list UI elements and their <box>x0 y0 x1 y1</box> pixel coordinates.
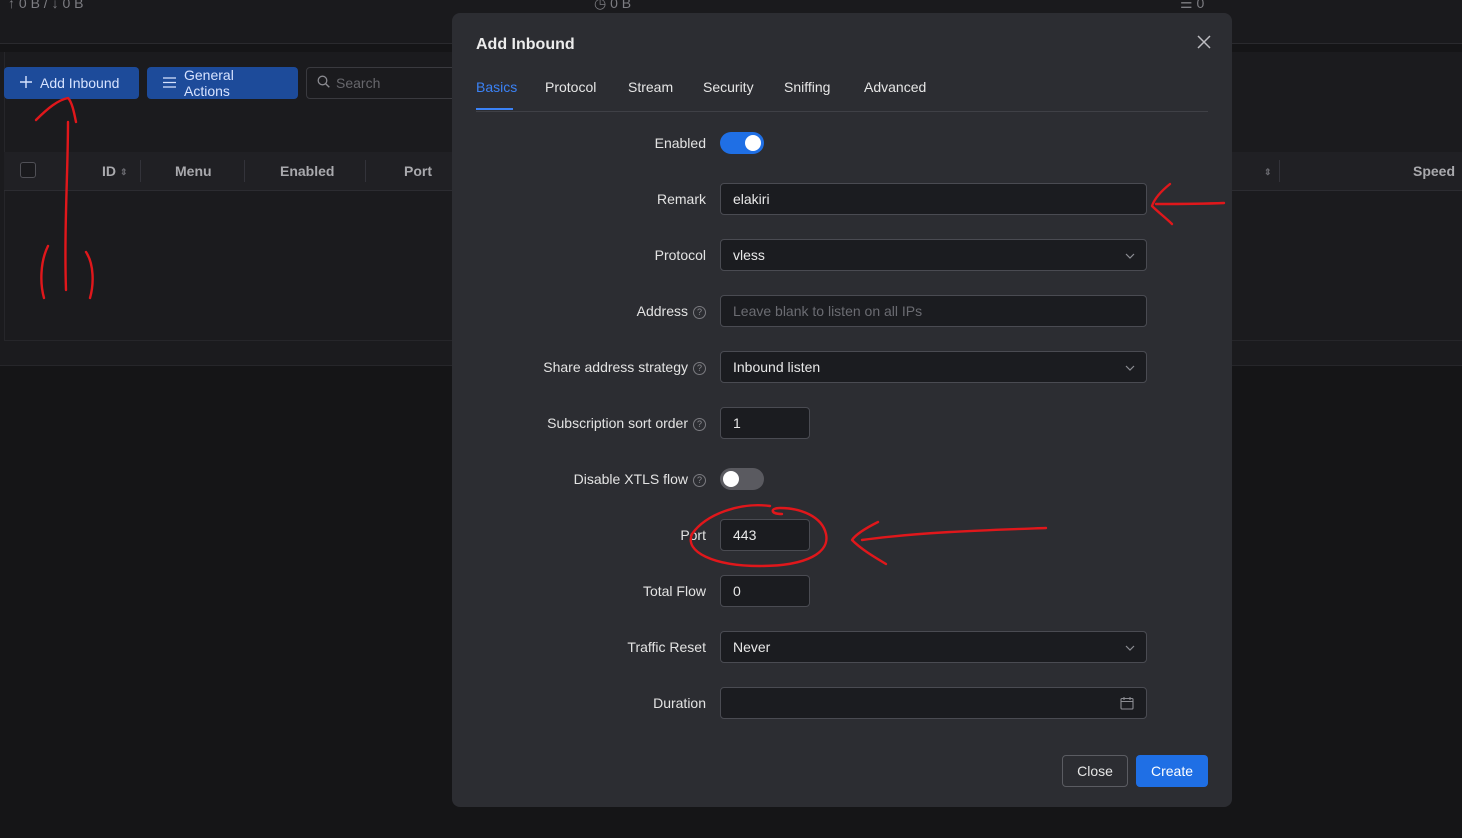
sort-icon: ⇕ <box>1264 167 1272 178</box>
help-icon[interactable]: ? <box>693 306 706 319</box>
traffic-stat: ↑ 0 B / ↓ 0 B <box>8 0 84 11</box>
traffic-reset-label: Traffic Reset <box>627 639 706 655</box>
chevron-down-icon <box>1125 645 1135 651</box>
close-button[interactable]: Close <box>1062 755 1128 787</box>
protocol-label: Protocol <box>654 247 706 263</box>
protocol-select[interactable]: vless <box>720 239 1147 271</box>
menu-icon <box>163 75 176 91</box>
add-inbound-modal: Add Inbound Basics Protocol Stream Secur… <box>452 13 1232 807</box>
port-label: Port <box>680 527 706 543</box>
port-row: Port 443 <box>452 519 1232 551</box>
clock-icon: ◷ <box>594 0 611 11</box>
sub-sort-label: Subscription sort order? <box>547 407 706 439</box>
modal-tabs: Basics Protocol Stream Security Sniffing… <box>476 79 1208 112</box>
modal-title: Add Inbound <box>476 36 575 53</box>
share-strategy-row: Share address strategy? Inbound listen <box>452 351 1232 383</box>
list-icon: ☰ <box>1180 0 1197 11</box>
disable-xtls-toggle[interactable] <box>720 468 764 490</box>
tab-stream[interactable]: Stream <box>628 79 673 95</box>
create-button[interactable]: Create <box>1136 755 1208 787</box>
total-flow-input[interactable]: 0 <box>720 575 810 607</box>
search-placeholder: Search <box>336 75 381 91</box>
add-inbound-label: Add Inbound <box>40 75 120 91</box>
remark-label: Remark <box>656 191 706 207</box>
remark-input[interactable]: elakiri <box>720 183 1147 215</box>
total-stat: ◷ 0 B <box>594 0 631 12</box>
traffic-reset-row: Traffic Reset Never <box>452 631 1232 663</box>
chevron-down-icon <box>1125 253 1135 259</box>
column-menu: Menu <box>175 163 212 179</box>
duration-picker[interactable] <box>720 687 1147 719</box>
total-stat-value: 0 B <box>610 0 632 11</box>
enabled-label: Enabled <box>654 135 706 151</box>
sub-sort-input[interactable]: 1 <box>720 407 810 439</box>
column-enabled: Enabled <box>280 163 335 179</box>
close-icon[interactable] <box>1194 32 1214 52</box>
add-inbound-button[interactable]: Add Inbound <box>4 67 139 99</box>
calendar-icon <box>1120 697 1134 710</box>
address-row: Address? Leave blank to listen on all IP… <box>452 295 1232 327</box>
tab-security[interactable]: Security <box>703 79 754 95</box>
general-actions-label: General Actions <box>184 67 234 99</box>
share-strategy-label: Share address strategy? <box>543 351 706 383</box>
help-icon[interactable]: ? <box>693 474 706 487</box>
chevron-down-icon <box>1125 365 1135 371</box>
tab-basics[interactable]: Basics <box>476 79 517 95</box>
remark-row: Remark elakiri <box>452 183 1232 215</box>
traffic-reset-select[interactable]: Never <box>720 631 1147 663</box>
tab-sniffing[interactable]: Sniffing <box>784 79 830 95</box>
sort-icon: ⇕ <box>120 167 128 178</box>
column-sort-toggle[interactable]: ⇕ <box>1260 152 1272 190</box>
column-speed: Speed <box>1413 163 1456 179</box>
column-id[interactable]: ID ⇕ <box>102 152 128 190</box>
select-all-checkbox[interactable] <box>20 162 36 178</box>
search-input[interactable]: Search <box>306 67 456 99</box>
tab-advanced[interactable]: Advanced <box>864 79 926 95</box>
total-flow-label: Total Flow <box>642 583 706 599</box>
disable-xtls-row: Disable XTLS flow? <box>452 463 1232 495</box>
search-icon <box>317 75 330 91</box>
sub-sort-row: Subscription sort order? 1 <box>452 407 1232 439</box>
total-flow-row: Total Flow 0 <box>452 575 1232 607</box>
duration-label: Duration <box>653 695 706 711</box>
share-strategy-select[interactable]: Inbound listen <box>720 351 1147 383</box>
disable-xtls-label: Disable XTLS flow? <box>574 463 706 495</box>
count-stat: ☰ 0 <box>1180 0 1204 12</box>
general-actions-button[interactable]: General Actions <box>147 67 298 99</box>
enabled-toggle[interactable] <box>720 132 764 154</box>
help-icon[interactable]: ? <box>693 418 706 431</box>
active-tab-indicator <box>476 108 513 110</box>
protocol-row: Protocol vless <box>452 239 1232 271</box>
plus-icon <box>20 75 32 91</box>
count-stat-value: 0 <box>1196 0 1205 11</box>
duration-row: Duration <box>452 687 1232 719</box>
port-input[interactable]: 443 <box>720 519 810 551</box>
enabled-row: Enabled <box>452 127 1232 159</box>
tab-protocol[interactable]: Protocol <box>545 79 596 95</box>
column-port: Port <box>404 163 432 179</box>
address-label: Address? <box>637 295 706 327</box>
address-input[interactable]: Leave blank to listen on all IPs <box>720 295 1147 327</box>
help-icon[interactable]: ? <box>693 362 706 375</box>
